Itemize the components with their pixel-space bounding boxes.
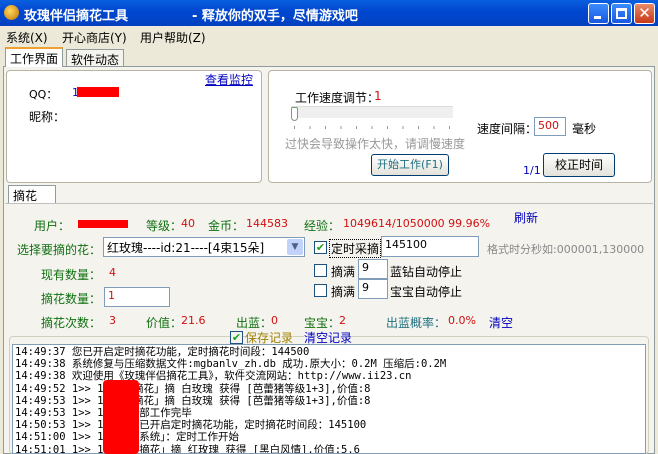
account-panel: 查看监控 QQ： 1 昵称： [6, 70, 262, 183]
pick-times-label: 摘花次数： [41, 316, 102, 330]
app-icon [4, 5, 19, 20]
gold-value: 144583 [246, 217, 288, 230]
log-line: 14:49:38 系统修复与压缩数据文件:mgbanlv_zh.db 成功.原大… [15, 358, 447, 371]
flower-select-value: 红玫瑰----id:21----[4束15朵] [107, 241, 265, 255]
title-bar: 玫瑰伴侣摘花工具 - 释放你的双手，尽情游戏吧 ✕ [0, 0, 658, 26]
baby-value: 2 [339, 314, 346, 327]
clear-stats-link[interactable]: 清空 [489, 314, 513, 331]
redaction [77, 87, 119, 97]
tab-news[interactable]: 软件动态 [66, 49, 125, 67]
log-line: 14:49:37 您已开启定时摘花功能，定时摘花时间段：144500 [15, 346, 310, 358]
value-label: 价值： [146, 316, 183, 330]
speed-slider[interactable] [291, 106, 453, 121]
window-subtitle: - 释放你的双手，尽情游戏吧 [192, 9, 358, 24]
speed-panel: 工作速度调节： 1 过快会导致操作太快，请调慢速度 速度间隔： 500 毫秒 开… [268, 70, 652, 183]
interval-label: 速度间隔： [477, 122, 538, 136]
menu-help[interactable]: 用户帮助(Z) [140, 29, 206, 46]
refresh-link[interactable]: 刷新 [514, 209, 538, 226]
level-label: 等级： [146, 219, 183, 233]
blue-value: 0 [271, 314, 278, 327]
menu-system[interactable]: 系统(X) [6, 29, 48, 46]
flower-select-label: 选择要摘的花： [17, 243, 102, 257]
nickname-label: 昵称： [29, 110, 66, 124]
slider-thumb[interactable] [291, 107, 298, 121]
timed-pick-label[interactable]: 定时采摘 [329, 239, 382, 258]
chevron-down-icon[interactable]: ▼ [287, 239, 303, 255]
level-value: 40 [181, 217, 195, 230]
qq-label: QQ： [29, 88, 58, 101]
pick-count-input[interactable]: 1 [104, 287, 170, 307]
timed-pick-checkbox[interactable]: ✔ [314, 241, 327, 254]
interval-input[interactable]: 500 [534, 117, 566, 136]
interval-unit: 毫秒 [572, 122, 597, 136]
slider-ticks [294, 126, 450, 129]
stock-label: 现有数量： [41, 268, 102, 282]
page-indicator: 1/1 [523, 164, 541, 177]
maximize-button[interactable] [611, 3, 632, 24]
start-work-button[interactable]: 开始工作(F1) [371, 154, 449, 176]
blue-rate-value: 0.0% [448, 314, 476, 327]
full-blue-suffix: 蓝钻自动停止 [390, 265, 463, 279]
full-baby-suffix: 宝宝自动停止 [390, 285, 463, 299]
format-hint: 格式时分秒如:000001,130000 [487, 243, 645, 256]
exp-value: 1049614/1050000 99.96% [343, 217, 491, 230]
view-monitor-link[interactable]: 查看监控 [205, 71, 253, 88]
user-label: 用户： [34, 219, 71, 233]
speed-value: 1 [374, 89, 382, 103]
redaction [103, 380, 139, 454]
gold-label: 金币： [208, 219, 245, 233]
pick-count-label: 摘花数量： [41, 292, 102, 306]
redaction [78, 220, 128, 228]
flower-select[interactable]: 红玫瑰----id:21----[4束15朵] ▼ [103, 237, 305, 257]
blue-rate-label: 出蓝概率： [386, 316, 447, 330]
timed-pick-input[interactable]: 145100 [381, 236, 479, 257]
pick-panel [5, 203, 653, 204]
full-blue-label: 摘满 [331, 265, 356, 279]
minimize-button[interactable] [588, 3, 609, 24]
stock-value: 4 [109, 266, 116, 279]
exp-label: 经验： [304, 219, 341, 233]
full-blue-checkbox[interactable] [314, 264, 327, 277]
tab-work[interactable]: 工作界面 [5, 47, 64, 67]
speed-label: 工作速度调节： [295, 91, 380, 105]
full-baby-checkbox[interactable] [314, 284, 327, 297]
pick-times-value: 3 [109, 314, 116, 327]
window-title: 玫瑰伴侣摘花工具 [24, 9, 129, 24]
value-value: 21.6 [181, 314, 206, 327]
tab-pick[interactable]: 摘花 [8, 185, 56, 204]
full-blue-input[interactable]: 9 [358, 259, 388, 279]
menu-bar: 系统(X) 开心商店(Y) 用户帮助(Z) [0, 26, 658, 46]
speed-warning: 过快会导致操作太快，请调慢速度 [285, 137, 466, 151]
full-baby-input[interactable]: 9 [358, 279, 388, 299]
full-baby-label: 摘满 [331, 285, 356, 299]
sync-time-button[interactable]: 校正时间 [543, 153, 615, 177]
save-log-checkbox[interactable]: ✔ [230, 331, 243, 344]
menu-shop[interactable]: 开心商店(Y) [62, 29, 127, 46]
close-button[interactable]: ✕ [634, 3, 655, 24]
